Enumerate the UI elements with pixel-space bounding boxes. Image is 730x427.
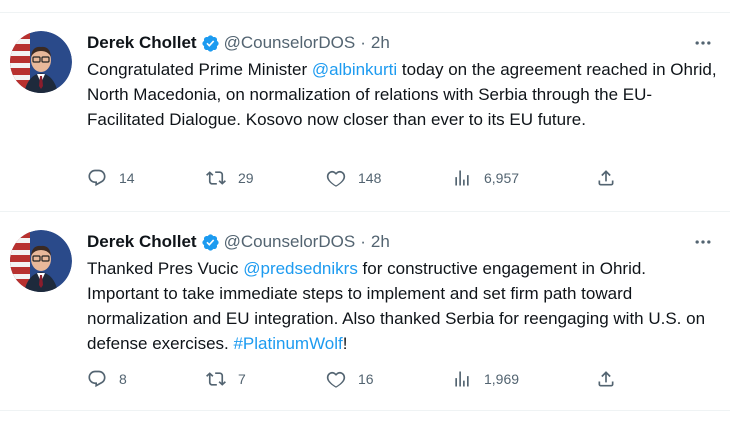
share-button[interactable]	[596, 367, 616, 391]
retweet-icon	[206, 171, 226, 185]
reply-count: 8	[119, 371, 127, 387]
like-icon	[326, 170, 346, 187]
views-button[interactable]: 1,969	[452, 367, 519, 391]
like-button[interactable]: 16	[326, 367, 374, 391]
tweet-feed: Derek Chollet @CounselorDOS · 2h Congrat…	[0, 0, 730, 427]
reply-count: 14	[119, 170, 135, 186]
tweet-header: Derek Chollet @CounselorDOS · 2h	[87, 31, 717, 55]
author-handle[interactable]: @CounselorDOS	[224, 232, 356, 252]
tweet-text-part: Congratulated Prime Minister	[87, 60, 312, 79]
verified-badge-icon	[201, 34, 220, 53]
tweet-actions: 14 29 148 6,957	[87, 166, 627, 190]
avatar[interactable]	[10, 31, 72, 93]
mention-link[interactable]: @albinkurti	[312, 60, 397, 79]
views-count: 6,957	[484, 170, 520, 186]
reply-icon	[88, 169, 106, 187]
verified-badge-icon	[201, 233, 220, 252]
retweet-count: 29	[238, 170, 254, 186]
share-button[interactable]	[596, 166, 616, 190]
reply-button[interactable]: 8	[87, 367, 127, 391]
tweet-text: Thanked Pres Vucic @predsednikrs for con…	[87, 256, 717, 356]
more-options-icon[interactable]	[689, 230, 717, 254]
separator-dot: ·	[360, 33, 366, 52]
share-icon	[598, 170, 614, 186]
tweet-text-part: Thanked Pres Vucic	[87, 259, 244, 278]
reply-icon	[88, 370, 106, 388]
tweet-header: Derek Chollet @CounselorDOS · 2h	[87, 230, 717, 254]
mention-link[interactable]: @predsednikrs	[243, 259, 358, 278]
tweet-text: Congratulated Prime Minister @albinkurti…	[87, 57, 717, 132]
retweet-count: 7	[238, 371, 246, 387]
views-button[interactable]: 6,957	[452, 166, 519, 190]
views-count: 1,969	[484, 371, 520, 387]
like-button[interactable]: 148	[326, 166, 381, 190]
retweet-button[interactable]: 29	[206, 166, 254, 190]
tweet[interactable]: Derek Chollet @CounselorDOS · 2h Thanked…	[0, 211, 730, 411]
author-name[interactable]: Derek Chollet	[87, 33, 197, 53]
avatar[interactable]	[10, 230, 72, 292]
tweet-body: Derek Chollet @CounselorDOS · 2h Thanked…	[87, 230, 717, 356]
tweet-text-part: !	[342, 334, 348, 353]
timestamp[interactable]: 2h	[371, 33, 390, 53]
tweet[interactable]: Derek Chollet @CounselorDOS · 2h Congrat…	[0, 12, 730, 210]
like-icon	[326, 371, 346, 388]
author-name[interactable]: Derek Chollet	[87, 232, 197, 252]
retweet-icon	[206, 372, 226, 386]
share-icon	[598, 371, 614, 387]
views-icon	[455, 170, 469, 186]
views-icon	[455, 371, 469, 387]
tweet-body: Derek Chollet @CounselorDOS · 2h Congrat…	[87, 31, 717, 132]
author-handle[interactable]: @CounselorDOS	[224, 33, 356, 53]
retweet-button[interactable]: 7	[206, 367, 246, 391]
reply-button[interactable]: 14	[87, 166, 135, 190]
tweet-actions: 8 7 16 1,969	[87, 367, 627, 391]
like-count: 16	[358, 371, 374, 387]
hashtag-link[interactable]: #PlatinumWolf	[233, 334, 342, 353]
timestamp[interactable]: 2h	[371, 232, 390, 252]
like-count: 148	[358, 170, 382, 186]
more-options-icon[interactable]	[689, 31, 717, 55]
separator-dot: ·	[360, 232, 366, 251]
